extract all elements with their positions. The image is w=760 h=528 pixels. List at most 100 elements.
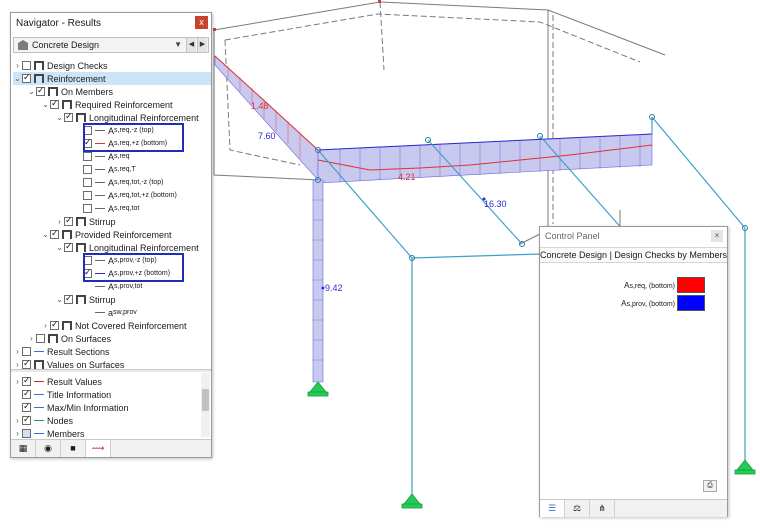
tab-results-icon[interactable]: ⟿ <box>86 440 111 457</box>
expand-icon[interactable]: › <box>27 334 36 343</box>
expand-icon[interactable]: › <box>13 429 22 438</box>
tree-item-as-req-tot-top[interactable]: As,req,tot,-z (top) <box>83 176 163 189</box>
tree-label: Stirrup <box>89 294 116 305</box>
highlight-box-provided <box>83 253 184 282</box>
export-icon[interactable]: ⎙ <box>703 480 717 492</box>
tree-item-as-req-tot-bottom[interactable]: As,req,tot,+z (bottom) <box>83 189 177 202</box>
checkbox[interactable] <box>22 375 31 386</box>
collapse-icon[interactable]: ⌄ <box>55 295 64 304</box>
tree-item-on-members[interactable]: ⌄ On Members <box>27 85 113 98</box>
collapse-icon[interactable]: ⌄ <box>27 87 36 96</box>
concrete-design-icon <box>18 40 28 50</box>
checkbox[interactable] <box>83 165 92 174</box>
legend-swatch-red <box>677 277 705 293</box>
tab-legend-icon[interactable]: ☰ <box>540 500 565 517</box>
collapse-icon[interactable]: ⌄ <box>55 113 64 122</box>
frame-icon <box>48 87 58 96</box>
checkbox[interactable] <box>22 414 31 425</box>
option-label: Result Values <box>47 376 102 387</box>
main-beam-diagram <box>317 133 653 184</box>
value-label-5: 9.42 <box>325 283 343 293</box>
tree-label: Design Checks <box>47 60 108 71</box>
tree-item-on-surfaces[interactable]: › On Surfaces <box>27 332 111 345</box>
symbol-subscript: sw,prov <box>113 309 137 316</box>
checkbox[interactable] <box>64 293 73 304</box>
expand-icon[interactable]: › <box>13 360 22 369</box>
tree-item-as-req-tot[interactable]: As,req,tot <box>83 202 139 215</box>
checkbox[interactable] <box>83 204 92 213</box>
checkbox[interactable] <box>22 358 31 369</box>
line-icon <box>95 286 105 287</box>
expand-icon[interactable]: › <box>13 61 22 70</box>
highlight-box-required <box>83 123 184 152</box>
line-icon <box>95 312 105 313</box>
checkbox[interactable] <box>83 191 92 200</box>
checkbox[interactable] <box>22 72 31 83</box>
checkbox[interactable] <box>22 347 31 356</box>
checkbox[interactable] <box>22 429 31 438</box>
chevron-down-icon[interactable]: ▼ <box>174 40 182 49</box>
tree-item-as-req-t[interactable]: As,req,T <box>83 163 136 176</box>
tree-label: Not Covered Reinforcement <box>75 320 187 331</box>
tab-camera-icon[interactable]: ■ <box>61 440 86 457</box>
checkbox[interactable] <box>64 215 73 226</box>
result-type-select[interactable]: Concrete Design ▼ ◀ ▶ <box>13 37 209 53</box>
symbol-subscript: s,req,tot <box>114 205 140 212</box>
checkbox[interactable] <box>50 228 59 239</box>
tab-view-icon[interactable]: ◉ <box>36 440 61 457</box>
left-beam-diagram <box>214 55 319 181</box>
checkbox[interactable] <box>22 61 31 70</box>
checkbox[interactable] <box>50 319 59 330</box>
tree-item-provided-reinforcement[interactable]: ⌄ Provided Reinforcement <box>41 228 171 241</box>
expand-icon[interactable]: › <box>13 377 22 386</box>
tree-item-design-checks[interactable]: › Design Checks <box>13 59 108 72</box>
next-arrow-icon[interactable]: ▶ <box>197 38 207 52</box>
tab-scale-icon[interactable]: ⚖ <box>565 500 590 517</box>
checkbox[interactable] <box>36 334 45 343</box>
option-max-min-information[interactable]: Max/Min Information <box>22 401 129 414</box>
scrollbar[interactable] <box>201 373 210 437</box>
option-result-values[interactable]: › Result Values <box>13 375 102 388</box>
expand-icon[interactable]: › <box>41 321 50 330</box>
option-title-information[interactable]: Title Information <box>22 388 111 401</box>
expand-icon[interactable]: › <box>55 217 64 226</box>
checkbox[interactable] <box>50 98 59 109</box>
expand-icon[interactable]: › <box>13 416 22 425</box>
tree-label: Longitudinal Reinforcement <box>89 242 199 253</box>
checkbox[interactable] <box>83 152 92 161</box>
collapse-icon[interactable]: ⌄ <box>41 230 50 239</box>
collapse-icon[interactable]: ⌄ <box>55 243 64 252</box>
collapse-icon[interactable]: ⌄ <box>13 74 22 83</box>
tree-item-asw-prov[interactable]: a sw,prov <box>83 306 137 319</box>
tree-label: Longitudinal Reinforcement <box>89 112 199 123</box>
scrollbar-thumb[interactable] <box>202 389 209 411</box>
legend-swatch-blue <box>677 295 705 311</box>
close-icon[interactable]: × <box>711 230 723 242</box>
option-nodes[interactable]: › Nodes <box>13 414 73 427</box>
tree-item-stirrup-2[interactable]: ⌄ Stirrup <box>55 293 116 306</box>
tree-item-reinforcement[interactable]: ⌄ Reinforcement <box>13 72 211 85</box>
checkbox[interactable] <box>22 401 31 412</box>
tab-filter-icon[interactable]: ⋔ <box>590 500 615 517</box>
collapse-icon[interactable]: ⌄ <box>41 100 50 109</box>
checkbox[interactable] <box>22 388 31 399</box>
checkbox[interactable] <box>36 85 45 96</box>
checkbox[interactable] <box>64 111 73 122</box>
tree-item-required-reinforcement[interactable]: ⌄ Required Reinforcement <box>41 98 172 111</box>
max-min-icon <box>34 407 44 408</box>
prev-arrow-icon[interactable]: ◀ <box>186 38 196 52</box>
tree-label: Stirrup <box>89 216 116 227</box>
expand-icon[interactable]: › <box>13 347 22 356</box>
tree-label: On Members <box>61 86 114 97</box>
tab-data-icon[interactable]: ▦ <box>11 440 36 457</box>
tree-item-stirrup[interactable]: › Stirrup <box>55 215 116 228</box>
close-button[interactable]: x <box>195 16 208 29</box>
tree-item-result-sections[interactable]: › Result Sections <box>13 345 109 358</box>
result-type-value: Concrete Design <box>32 40 100 50</box>
checkbox[interactable] <box>64 241 73 252</box>
tree-item-not-covered[interactable]: › Not Covered Reinforcement <box>41 319 187 332</box>
panel-splitter[interactable] <box>11 369 211 372</box>
symbol-subscript: s,req <box>114 153 130 160</box>
checkbox[interactable] <box>83 178 92 187</box>
frame-icon <box>34 360 44 369</box>
